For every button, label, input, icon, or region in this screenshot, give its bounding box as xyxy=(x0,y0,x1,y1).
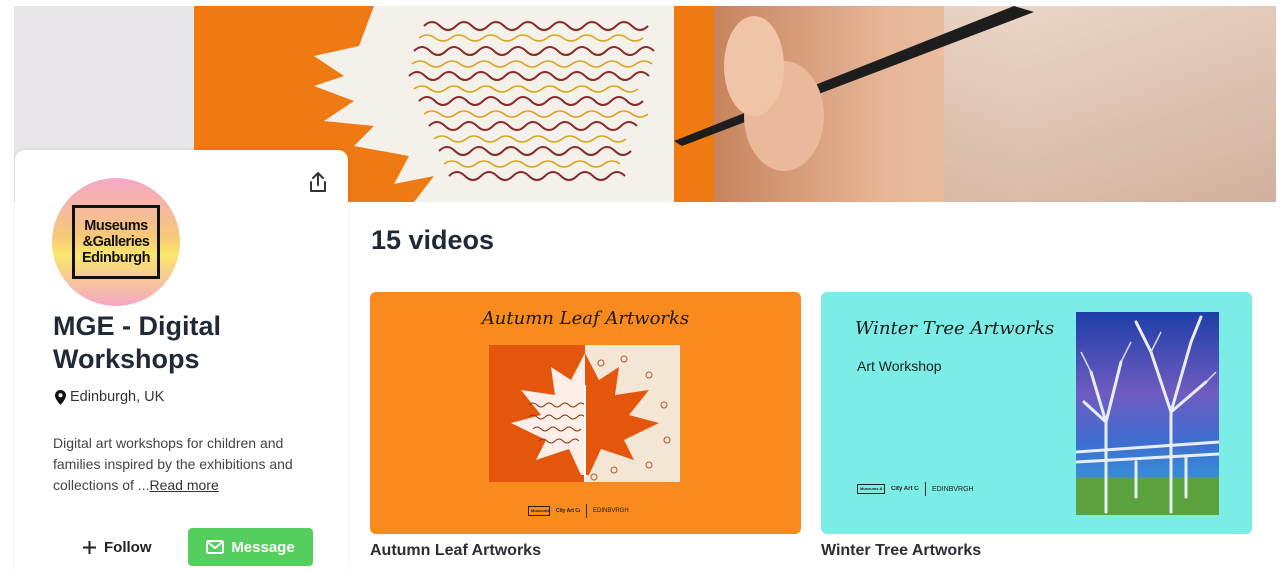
thumb-logo-city-art: City Art Centre xyxy=(556,508,580,514)
avatar: Museums &Galleries Edinburgh xyxy=(52,178,180,306)
video-thumbnail[interactable]: Winter Tree Artworks Art Workshop Museum… xyxy=(821,292,1252,534)
video-title[interactable]: Winter Tree Artworks xyxy=(821,542,1252,560)
share-icon xyxy=(310,172,326,192)
videos-count: 15 videos xyxy=(371,225,495,255)
location: Edinburgh, UK xyxy=(55,389,164,405)
video-thumbnail[interactable]: Autumn Leaf Artworks Museums City Art C … xyxy=(370,292,801,534)
plus-icon xyxy=(83,540,96,554)
thumb-logo-mge: Museums & Galleries Edinburgh xyxy=(528,506,550,516)
profile-card: Museums &Galleries Edinburgh MGE - Digit… xyxy=(15,150,348,570)
message-label: Message xyxy=(231,538,295,556)
thumbnail-title: Autumn Leaf Artworks xyxy=(481,308,690,329)
logo-text: Museums &Galleries Edinburgh xyxy=(72,205,160,279)
follow-button[interactable]: Follow xyxy=(67,530,168,564)
read-more-link[interactable]: Read more xyxy=(150,477,219,493)
envelope-icon xyxy=(206,540,225,554)
thumb-logo-mge: Museums & Galleries Edinburgh xyxy=(857,484,885,494)
location-text: Edinburgh, UK xyxy=(70,389,165,405)
tree-artwork xyxy=(1076,312,1219,515)
thumbnail-title: Winter Tree Artworks xyxy=(855,318,1055,339)
share-button[interactable] xyxy=(305,168,331,196)
leaf-artwork xyxy=(489,345,680,482)
thumbnail-logos: Museums & Galleries Edinburgh City Art C… xyxy=(528,504,629,518)
page-title: MGE - Digital Workshops xyxy=(53,311,221,374)
follow-label: Follow xyxy=(104,538,152,556)
thumbnail-logos: Museums & Galleries Edinburgh City Art C… xyxy=(857,482,974,496)
thumbnail-subtitle: Art Workshop xyxy=(857,358,942,374)
video-card-autumn[interactable]: Autumn Leaf Artworks Museums City Art C … xyxy=(370,292,801,560)
thumb-logo-edinburgh: EDINBVRGH xyxy=(932,485,974,493)
about-text: Digital art workshops for children and f… xyxy=(53,433,315,496)
video-card-winter[interactable]: Winter Tree Artworks Art Workshop Museum… xyxy=(821,292,1252,560)
message-button[interactable]: Message xyxy=(188,528,313,566)
location-pin-icon xyxy=(55,389,66,405)
video-title[interactable]: Autumn Leaf Artworks xyxy=(370,542,801,560)
thumb-logo-edinburgh: EDINBVRGH xyxy=(593,508,629,514)
thumb-logo-city-art: City Art Centre xyxy=(891,486,919,492)
